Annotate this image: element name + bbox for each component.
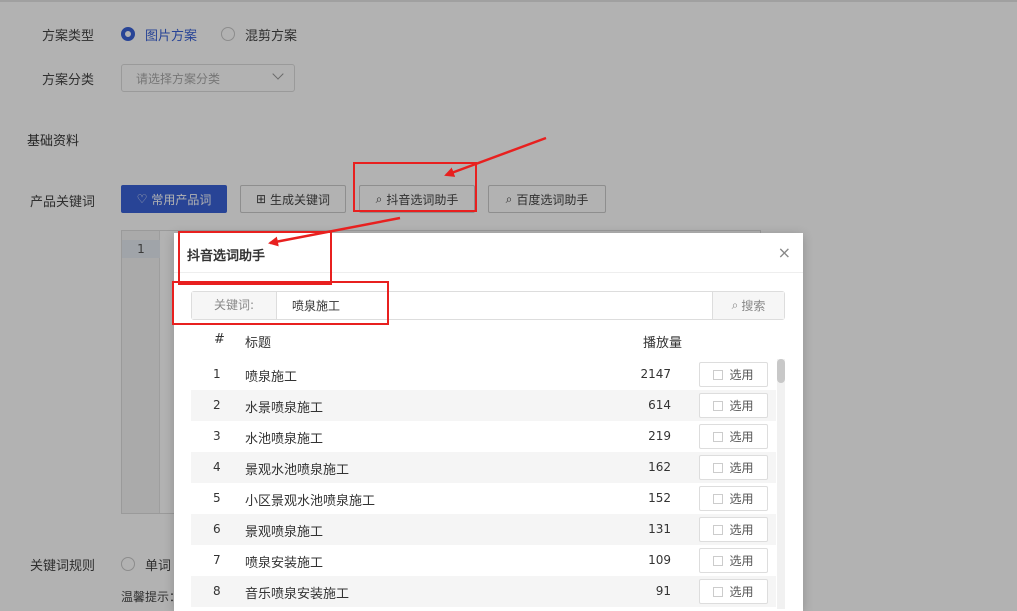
row-title: 喷泉施工 [245, 370, 298, 385]
search-button-label: 搜索 [741, 299, 766, 313]
checkbox-icon[interactable] [713, 369, 724, 380]
search-button[interactable]: ⌕ 搜索 [712, 292, 784, 319]
search-icon: ⌕ [731, 298, 739, 312]
row-plays: 219 [648, 429, 671, 443]
row-index: 8 [213, 584, 221, 598]
pick-label: 选用 [729, 585, 754, 599]
row-index: 5 [213, 491, 221, 505]
checkbox-icon[interactable] [713, 462, 724, 473]
table-row: 1 喷泉施工 2147 选用 [191, 359, 776, 390]
checkbox-icon[interactable] [713, 555, 724, 566]
pick-button[interactable]: 选用 [699, 455, 768, 480]
annotation-box-douyin-button [353, 162, 477, 212]
row-index: 1 [213, 367, 221, 381]
pick-label: 选用 [729, 368, 754, 382]
table-row: 3 水池喷泉施工 219 选用 [191, 421, 776, 452]
table-row: 8 音乐喷泉安装施工 91 选用 [191, 576, 776, 607]
row-title: 景观喷泉施工 [245, 525, 324, 540]
row-plays: 614 [648, 398, 671, 412]
pick-label: 选用 [729, 492, 754, 506]
row-title: 喷泉安装施工 [245, 556, 324, 571]
pick-button[interactable]: 选用 [699, 486, 768, 511]
checkbox-icon[interactable] [713, 586, 724, 597]
table-row: 4 景观水池喷泉施工 162 选用 [191, 452, 776, 483]
table-row: 6 景观喷泉施工 131 选用 [191, 514, 776, 545]
results-scrollbar[interactable] [777, 359, 785, 609]
row-title: 小区景观水池喷泉施工 [245, 494, 376, 509]
pick-button[interactable]: 选用 [699, 517, 768, 542]
close-icon[interactable]: × [778, 243, 791, 262]
table-row: 7 喷泉安装施工 109 选用 [191, 545, 776, 576]
row-index: 4 [213, 460, 221, 474]
column-header-title: 标题 [245, 336, 272, 351]
pick-button[interactable]: 选用 [699, 424, 768, 449]
row-plays: 162 [648, 460, 671, 474]
checkbox-icon[interactable] [713, 524, 724, 535]
row-plays: 109 [648, 553, 671, 567]
pick-label: 选用 [729, 461, 754, 475]
column-header-plays: 播放量 [643, 336, 683, 351]
row-index: 6 [213, 522, 221, 536]
pick-label: 选用 [729, 523, 754, 537]
checkbox-icon[interactable] [713, 431, 724, 442]
pick-label: 选用 [729, 399, 754, 413]
annotation-box-search-field [172, 281, 389, 325]
row-plays: 131 [648, 522, 671, 536]
pick-button[interactable]: 选用 [699, 579, 768, 604]
pick-label: 选用 [729, 554, 754, 568]
row-index: 2 [213, 398, 221, 412]
column-header-index: # [214, 332, 225, 347]
row-title: 音乐喷泉安装施工 [245, 587, 350, 602]
row-plays: 2147 [640, 367, 671, 381]
row-title: 水池喷泉施工 [245, 432, 324, 447]
row-title: 景观水池喷泉施工 [245, 463, 350, 478]
row-plays: 152 [648, 491, 671, 505]
row-index: 7 [213, 553, 221, 567]
scrollbar-thumb[interactable] [777, 359, 785, 383]
row-index: 3 [213, 429, 221, 443]
pick-button[interactable]: 选用 [699, 393, 768, 418]
row-plays: 91 [655, 584, 671, 598]
pick-button[interactable]: 选用 [699, 362, 768, 387]
pick-label: 选用 [729, 430, 754, 444]
row-title: 水景喷泉施工 [245, 401, 324, 416]
annotation-box-modal-title [178, 231, 332, 285]
table-row: 2 水景喷泉施工 614 选用 [191, 390, 776, 421]
table-row: 5 小区景观水池喷泉施工 152 选用 [191, 483, 776, 514]
pick-button[interactable]: 选用 [699, 548, 768, 573]
checkbox-icon[interactable] [713, 493, 724, 504]
checkbox-icon[interactable] [713, 400, 724, 411]
